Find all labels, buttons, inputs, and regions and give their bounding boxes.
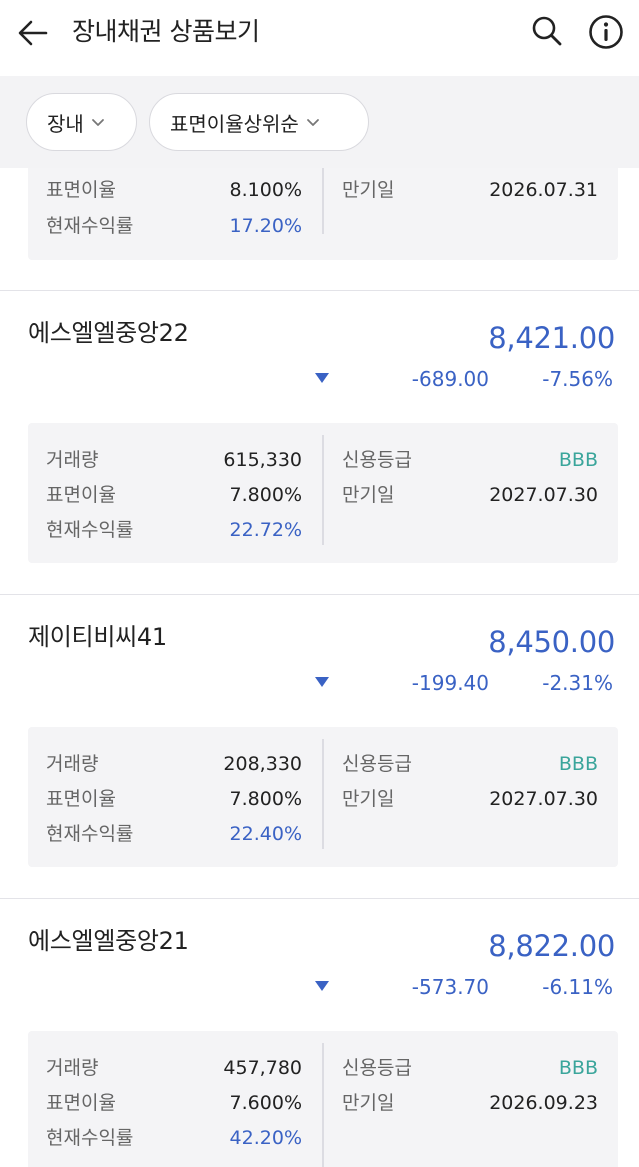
maturity-value: 2027.07.30 bbox=[489, 484, 598, 506]
current-yield-label: 현재수익률 bbox=[46, 1127, 134, 1149]
search-icon[interactable] bbox=[530, 14, 564, 48]
price-change-rate: -6.11% bbox=[542, 975, 613, 999]
coupon-label: 표면이율 bbox=[46, 179, 116, 201]
down-triangle-icon bbox=[315, 677, 329, 687]
maturity-value: 2027.07.30 bbox=[489, 788, 598, 810]
list-item[interactable]: 에스엘엘중앙22 8,421.00 -689.00 -7.56% 거래량 615… bbox=[0, 290, 639, 594]
sort-filter-chip[interactable]: 표면이율상위순 bbox=[149, 93, 369, 151]
sort-filter-label: 표면이율상위순 bbox=[170, 111, 299, 136]
maturity-value: 2026.09.23 bbox=[489, 1092, 598, 1114]
coupon-value: 7.800% bbox=[229, 788, 302, 810]
current-yield-row: 현재수익률 17.20% bbox=[28, 209, 322, 243]
volume-label: 거래량 bbox=[46, 1057, 99, 1079]
filter-bar: 장내 표면이율상위순 bbox=[0, 76, 639, 168]
market-filter-label: 장내 bbox=[47, 111, 84, 136]
bond-price: 8,822.00 bbox=[488, 929, 615, 963]
list-item[interactable]: 제이티비씨41 8,450.00 -199.40 -2.31% 거래량 208,… bbox=[0, 594, 639, 898]
current-yield-value: 22.72% bbox=[229, 519, 302, 541]
price-change: -199.40 bbox=[411, 671, 489, 695]
info-col-right: 신용등급 BBB 만기일 2027.07.30 bbox=[324, 423, 618, 563]
coupon-row: 표면이율 7.800% bbox=[28, 478, 322, 512]
maturity-row: 만기일 2026.07.31 bbox=[324, 173, 618, 207]
down-triangle-icon bbox=[315, 981, 329, 991]
app-header: 장내채권 상품보기 bbox=[0, 0, 639, 66]
bond-price: 8,421.00 bbox=[488, 321, 615, 355]
maturity-label: 만기일 bbox=[342, 179, 395, 201]
price-change: -573.70 bbox=[411, 975, 489, 999]
info-col-left: 거래량 208,330 표면이율 7.800% 현재수익률 22.40% bbox=[28, 727, 322, 867]
volume-label: 거래량 bbox=[46, 753, 99, 775]
price-change: -689.00 bbox=[411, 367, 489, 391]
rating-value: BBB bbox=[558, 753, 598, 775]
maturity-label: 만기일 bbox=[342, 788, 395, 810]
maturity-value: 2026.07.31 bbox=[489, 179, 598, 201]
info-box: 거래량 208,330 표면이율 7.800% 현재수익률 22.40% 신용등… bbox=[28, 727, 618, 867]
rating-value: BBB bbox=[558, 1057, 598, 1079]
current-yield-value: 42.20% bbox=[229, 1127, 302, 1149]
coupon-row: 표면이율 7.600% bbox=[28, 1086, 322, 1120]
info-box: 거래량 615,330 표면이율 7.800% 현재수익률 22.72% 신용등… bbox=[28, 423, 618, 563]
coupon-value: 7.600% bbox=[229, 1092, 302, 1114]
info-col-left: 거래량 615,330 표면이율 7.800% 현재수익률 22.72% bbox=[28, 423, 322, 563]
bond-price: 8,450.00 bbox=[488, 625, 615, 659]
coupon-label: 표면이율 bbox=[46, 484, 116, 506]
price-change-rate: -7.56% bbox=[542, 367, 613, 391]
info-box: 표면이율 8.100% 현재수익률 17.20% 만기일 2026.07.31 bbox=[28, 168, 618, 260]
maturity-label: 만기일 bbox=[342, 1092, 395, 1114]
rating-label: 신용등급 bbox=[342, 753, 412, 775]
maturity-row: 만기일 2026.09.23 bbox=[324, 1086, 618, 1120]
bond-name: 제이티비씨41 bbox=[28, 623, 167, 651]
volume-value: 457,780 bbox=[223, 1057, 302, 1079]
info-col-right: 신용등급 BBB 만기일 2027.07.30 bbox=[324, 727, 618, 867]
rating-row: 신용등급 BBB bbox=[324, 1051, 618, 1085]
coupon-row: 표면이율 7.800% bbox=[28, 782, 322, 816]
current-yield-label: 현재수익률 bbox=[46, 519, 134, 541]
coupon-row: 표면이율 8.100% bbox=[28, 173, 322, 207]
rating-value: BBB bbox=[558, 449, 598, 471]
current-yield-row: 현재수익률 22.72% bbox=[28, 513, 322, 547]
rating-row: 신용등급 BBB bbox=[324, 443, 618, 477]
list-item[interactable]: 에스엘엘중앙21 8,822.00 -573.70 -6.11% 거래량 457… bbox=[0, 898, 639, 1167]
volume-value: 615,330 bbox=[223, 449, 302, 471]
market-filter-chip[interactable]: 장내 bbox=[26, 93, 137, 151]
price-change-rate: -2.31% bbox=[542, 671, 613, 695]
info-box: 거래량 457,780 표면이율 7.600% 현재수익률 42.20% 신용등… bbox=[28, 1031, 618, 1167]
maturity-row: 만기일 2027.07.30 bbox=[324, 478, 618, 512]
rating-label: 신용등급 bbox=[342, 1057, 412, 1079]
down-triangle-icon bbox=[315, 373, 329, 383]
coupon-label: 표면이율 bbox=[46, 1092, 116, 1114]
coupon-value: 7.800% bbox=[229, 484, 302, 506]
bond-name: 에스엘엘중앙21 bbox=[28, 927, 189, 955]
chevron-down-icon bbox=[306, 119, 319, 126]
info-col-right: 만기일 2026.07.31 bbox=[324, 168, 618, 260]
info-col-left: 표면이율 8.100% 현재수익률 17.20% bbox=[28, 168, 322, 260]
volume-row: 거래량 457,780 bbox=[28, 1051, 322, 1085]
maturity-label: 만기일 bbox=[342, 484, 395, 506]
back-arrow-icon[interactable] bbox=[16, 16, 50, 50]
coupon-value: 8.100% bbox=[229, 179, 302, 201]
rating-row: 신용등급 BBB bbox=[324, 747, 618, 781]
info-col-left: 거래량 457,780 표면이율 7.600% 현재수익률 42.20% bbox=[28, 1031, 322, 1167]
page-title: 장내채권 상품보기 bbox=[72, 17, 260, 46]
rating-label: 신용등급 bbox=[342, 449, 412, 471]
maturity-row: 만기일 2027.07.30 bbox=[324, 782, 618, 816]
current-yield-value: 17.20% bbox=[229, 215, 302, 237]
current-yield-label: 현재수익률 bbox=[46, 215, 134, 237]
chevron-down-icon bbox=[91, 119, 104, 126]
list-item-partial[interactable]: 표면이율 8.100% 현재수익률 17.20% 만기일 2026.07.31 bbox=[0, 168, 639, 292]
current-yield-value: 22.40% bbox=[229, 823, 302, 845]
info-icon[interactable] bbox=[588, 14, 624, 50]
coupon-label: 표면이율 bbox=[46, 788, 116, 810]
info-col-right: 신용등급 BBB 만기일 2026.09.23 bbox=[324, 1031, 618, 1167]
volume-row: 거래량 208,330 bbox=[28, 747, 322, 781]
current-yield-label: 현재수익률 bbox=[46, 823, 134, 845]
current-yield-row: 현재수익률 22.40% bbox=[28, 817, 322, 851]
current-yield-row: 현재수익률 42.20% bbox=[28, 1121, 322, 1155]
volume-value: 208,330 bbox=[223, 753, 302, 775]
bond-name: 에스엘엘중앙22 bbox=[28, 319, 189, 347]
volume-label: 거래량 bbox=[46, 449, 99, 471]
volume-row: 거래량 615,330 bbox=[28, 443, 322, 477]
